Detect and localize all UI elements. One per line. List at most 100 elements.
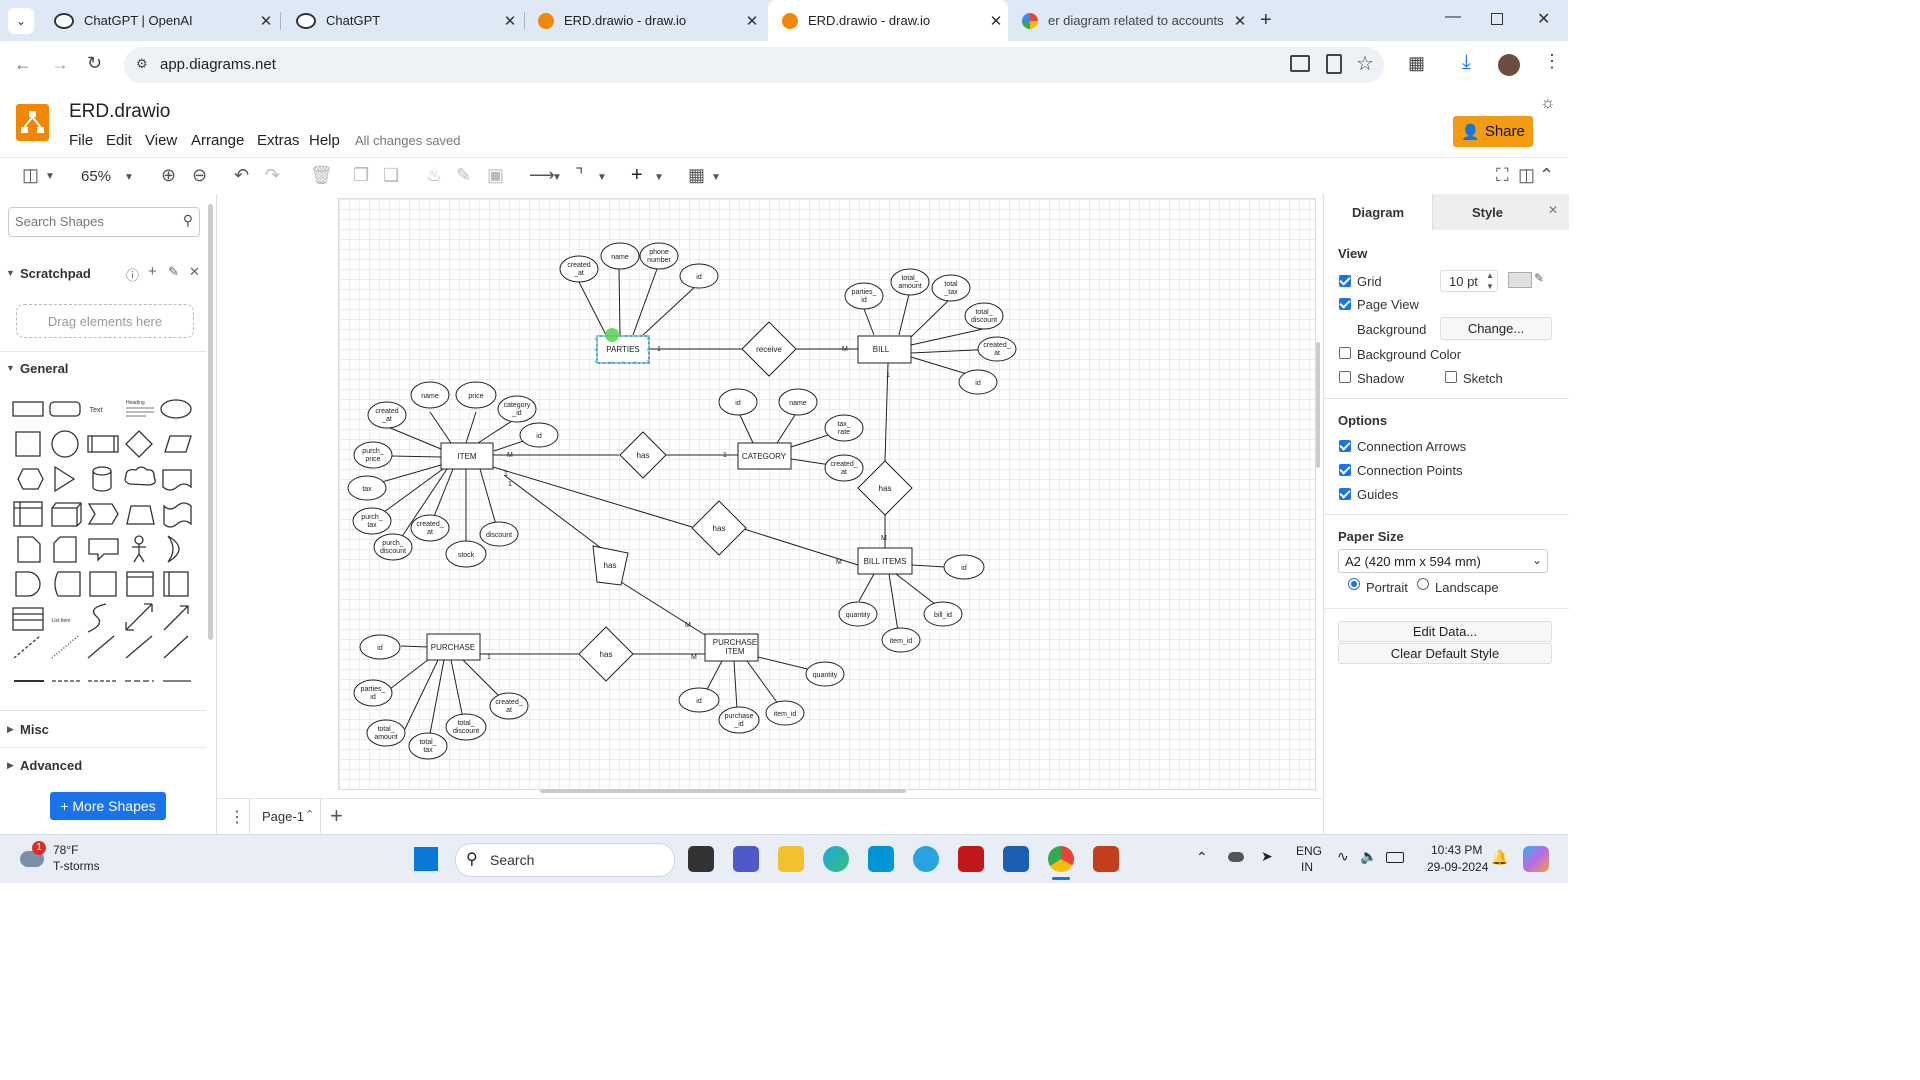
tab-diagram[interactable]: Diagram: [1324, 194, 1432, 230]
close-tab-icon[interactable]: ✕: [498, 12, 522, 30]
grid-checkbox[interactable]: [1339, 275, 1351, 287]
horizontal-scrollbar[interactable]: [540, 789, 906, 793]
connection-points-checkbox[interactable]: [1339, 464, 1351, 476]
clock-time[interactable]: 10:43 PM: [1431, 843, 1482, 857]
browser-tab-1[interactable]: ChatGPT | OpenAI ✕: [40, 0, 278, 41]
shadow-icon[interactable]: ▣: [487, 165, 504, 185]
menu-extras[interactable]: Extras: [257, 132, 300, 149]
line-color-icon[interactable]: ✎: [456, 165, 471, 185]
zoom-out-icon[interactable]: ⊖: [192, 165, 207, 185]
search-icon[interactable]: ⚲: [183, 212, 193, 229]
vertical-scrollbar[interactable]: [1316, 342, 1320, 468]
tab-search-button[interactable]: ⌄: [8, 8, 34, 34]
more-shapes-button[interactable]: + More Shapes: [50, 792, 166, 820]
collapse-arrow-icon[interactable]: ▼: [6, 363, 15, 373]
close-tab-icon[interactable]: ✕: [254, 12, 278, 30]
help-icon[interactable]: ⓘ: [126, 265, 139, 284]
store-icon[interactable]: [1003, 846, 1029, 872]
browser-tab-4-active[interactable]: ERD.drawio - draw.io ✕: [768, 0, 1008, 41]
restore-window-button[interactable]: [1491, 13, 1503, 25]
reload-icon[interactable]: ↻: [87, 53, 102, 74]
mcafee-icon[interactable]: [958, 846, 984, 872]
diagram-canvas[interactable]: 1 M 1 M 1 1 1 M M M 1 M receive has has …: [217, 194, 1322, 798]
chrome-menu-icon[interactable]: ⋮: [1543, 51, 1561, 72]
browser-tab-5[interactable]: er diagram related to accounts ✕: [1008, 0, 1252, 41]
share-button[interactable]: 👤 Share: [1453, 116, 1533, 147]
chevron-up-icon[interactable]: ⌃: [305, 808, 314, 821]
edit-data-button[interactable]: Edit Data...: [1338, 621, 1552, 642]
task-view-icon[interactable]: [688, 846, 714, 872]
page-save-icon[interactable]: [1326, 54, 1342, 74]
paper-size-select[interactable]: A2 (420 mm x 594 mm) ⌄: [1338, 549, 1548, 573]
browser-tab-3[interactable]: ERD.drawio - draw.io ✕: [524, 0, 764, 41]
download-icon[interactable]: ⤓: [1462, 51, 1471, 74]
taskbar-search[interactable]: ⚲ Search: [455, 843, 675, 877]
undo-icon[interactable]: ↶: [234, 165, 249, 185]
myhp-icon[interactable]: [868, 846, 894, 872]
close-panel-icon[interactable]: ✕: [1548, 203, 1558, 217]
to-back-icon[interactable]: ❏: [383, 165, 399, 185]
theme-sun-icon[interactable]: ☼: [1540, 93, 1556, 113]
language-2[interactable]: IN: [1301, 860, 1313, 874]
sketch-checkbox[interactable]: [1445, 371, 1457, 383]
new-tab-button[interactable]: +: [1260, 9, 1272, 32]
zoom-in-icon[interactable]: ⊕: [161, 165, 176, 185]
wifi-icon[interactable]: ∿: [1337, 848, 1349, 865]
zoom-level[interactable]: 65%: [81, 167, 111, 187]
diagram-page[interactable]: 1 M 1 M 1 1 1 M M M 1 M receive has has …: [338, 198, 1316, 790]
weather-widget[interactable]: 1 78°F T-storms: [18, 841, 118, 877]
extensions-icon[interactable]: ▦: [1408, 53, 1425, 74]
grid-size-input[interactable]: 10 pt ▲ ▼: [1440, 270, 1498, 292]
menu-file[interactable]: File: [69, 132, 93, 149]
add-page-icon[interactable]: +: [330, 803, 343, 829]
forward-icon[interactable]: →: [51, 54, 69, 75]
profile-avatar[interactable]: [1498, 54, 1520, 76]
chrome-icon[interactable]: [1048, 846, 1074, 872]
redo-icon[interactable]: ↷: [265, 165, 280, 185]
powerpoint-icon[interactable]: [1093, 846, 1119, 872]
install-app-icon[interactable]: [1290, 55, 1310, 72]
page-tab-1[interactable]: Page-1 ⌃: [249, 799, 321, 833]
back-icon[interactable]: ←: [14, 54, 32, 75]
guides-checkbox[interactable]: [1339, 488, 1351, 500]
browser-tab-2[interactable]: ChatGPT ✕: [282, 0, 522, 41]
minimize-window-button[interactable]: —: [1445, 8, 1461, 26]
advanced-section-title[interactable]: Advanced: [20, 758, 82, 773]
volume-icon[interactable]: 🔈: [1360, 848, 1377, 865]
collapse-icon[interactable]: ⌃: [1539, 165, 1554, 185]
waypoints-icon[interactable]: ⌝: [575, 165, 583, 185]
battery-icon[interactable]: [1386, 852, 1404, 863]
menu-view[interactable]: View: [145, 132, 177, 149]
fullscreen-icon[interactable]: ⛶: [1496, 165, 1509, 185]
stepper-icon[interactable]: ▲ ▼: [1486, 270, 1494, 292]
language-1[interactable]: ENG: [1296, 844, 1322, 858]
bookmark-star-icon[interactable]: ☆: [1356, 51, 1374, 76]
chevron-down-icon[interactable]: ▼: [45, 167, 55, 187]
connection-arrow-icon[interactable]: ⟶: [529, 165, 555, 185]
sidebar-scrollbar[interactable]: [208, 204, 213, 640]
fill-color-icon[interactable]: ♨: [426, 165, 442, 185]
chevron-down-icon[interactable]: ▼: [711, 168, 721, 188]
file-explorer-icon[interactable]: [778, 846, 804, 872]
chevron-down-icon[interactable]: ▼: [552, 168, 562, 188]
drawio-logo[interactable]: [16, 104, 49, 141]
er-diagram[interactable]: 1 M 1 M 1 1 1 M M M 1 M receive has has …: [339, 199, 1315, 789]
edit-icon[interactable]: ✎: [168, 264, 179, 280]
connection-arrows-checkbox[interactable]: [1339, 440, 1351, 452]
copilot-icon[interactable]: [913, 846, 939, 872]
change-background-button[interactable]: Change...: [1440, 317, 1552, 340]
close-window-button[interactable]: ✕: [1537, 9, 1550, 29]
grid-color-swatch[interactable]: [1508, 272, 1532, 288]
table-icon[interactable]: ▦: [688, 165, 705, 185]
portrait-radio[interactable]: [1348, 578, 1360, 590]
expand-arrow-icon[interactable]: ▶: [7, 760, 14, 771]
file-name[interactable]: ERD.drawio: [69, 101, 170, 123]
menu-edit[interactable]: Edit: [106, 132, 132, 149]
clock-date[interactable]: 29-09-2024: [1427, 860, 1488, 874]
collapse-arrow-icon[interactable]: ▼: [6, 268, 15, 278]
chevron-down-icon[interactable]: ▼: [597, 168, 607, 188]
pages-menu-icon[interactable]: ⋮: [229, 807, 245, 827]
copilot-pre-icon[interactable]: [1523, 846, 1549, 872]
landscape-radio[interactable]: [1417, 578, 1429, 590]
toggle-format-icon[interactable]: ◫: [1518, 165, 1535, 185]
